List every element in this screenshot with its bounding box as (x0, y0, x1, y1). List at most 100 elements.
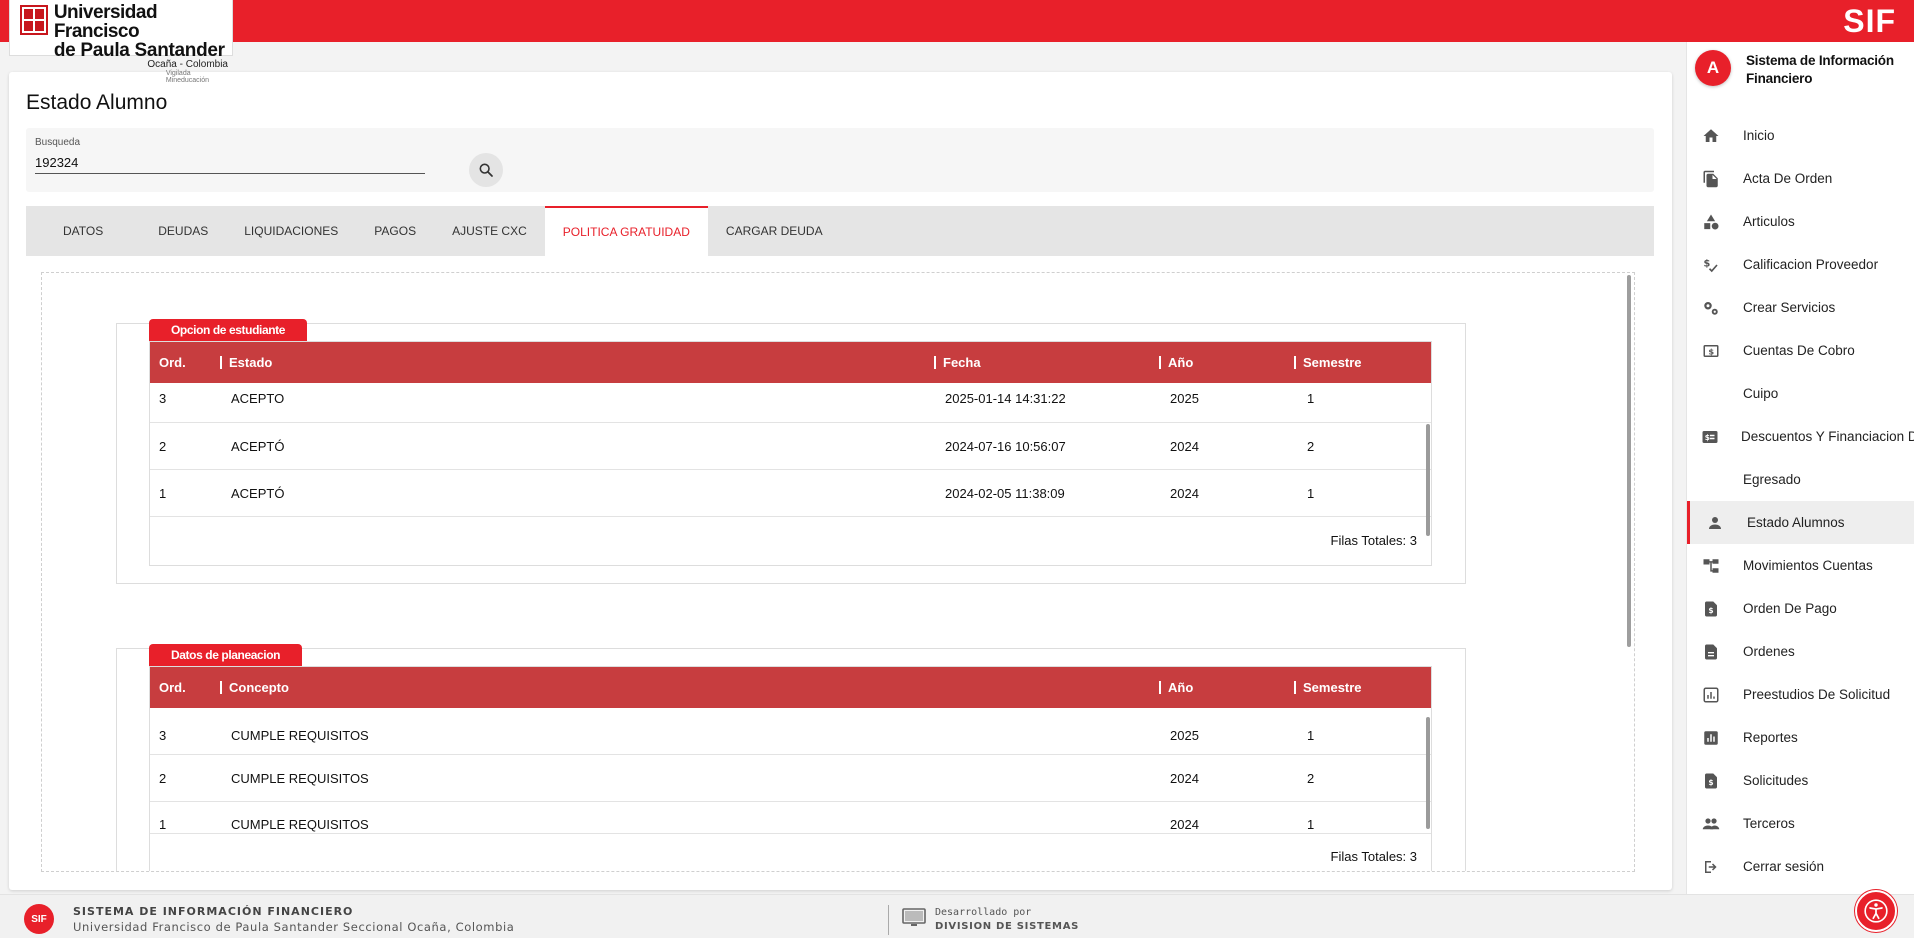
rating-icon: $ (1701, 255, 1721, 275)
grid-datos-planeacion: Ord. Concepto Año Semestre 3 CUMPLE REQU… (149, 666, 1432, 871)
table-row[interactable]: 3 ACEPTO 2025-01-14 14:31:22 2025 1 (150, 383, 1431, 423)
ufps-logo-icon (20, 5, 48, 35)
request-doc-icon: $ (1701, 771, 1721, 791)
sidebar-item-inicio[interactable]: Inicio (1687, 114, 1914, 157)
table-row[interactable]: 3 CUMPLE REQUISITOS 2025 1 (150, 708, 1431, 755)
tab-panel-politica-gratuidad: Opcion de estudiante Ord. Estado Fecha A… (41, 272, 1635, 872)
account-tree-icon (1701, 556, 1721, 576)
page-title: Estado Alumno (26, 91, 168, 114)
search-input[interactable] (35, 152, 425, 174)
sidebar-item-movimientos-cuentas[interactable]: Movimientos Cuentas (1687, 544, 1914, 587)
section-badge: Datos de planeacion (149, 644, 303, 666)
col-ord[interactable]: Ord. (150, 342, 220, 383)
col-anio[interactable]: Año (1159, 342, 1294, 383)
payment-doc-icon: $ (1701, 599, 1721, 619)
search-label: Busqueda (35, 137, 81, 148)
sidebar-item-cuipo[interactable]: Cuipo (1687, 372, 1914, 415)
col-ord[interactable]: Ord. (150, 667, 220, 708)
tab-deudas[interactable]: DEUDAS (140, 206, 226, 256)
search-button[interactable] (469, 153, 503, 187)
home-icon (1701, 126, 1721, 146)
sidebar: A Sistema de Información Financiero Inic… (1686, 42, 1914, 894)
money-icon: $ (1701, 341, 1721, 361)
svg-text:$: $ (1704, 258, 1711, 269)
tab-datos[interactable]: DATOS (26, 206, 140, 256)
university-logo[interactable]: Universidad Francisco de Paula Santander… (9, 0, 233, 84)
col-semestre[interactable]: Semestre (1294, 342, 1424, 383)
svg-text:$: $ (1708, 346, 1714, 356)
shapes-icon (1701, 212, 1721, 232)
logo-line-4: Vigilada Mineducación (165, 70, 210, 84)
main-card: Estado Alumno Busqueda DATOS DEUDAS LIQU… (9, 72, 1672, 890)
footer-title: SISTEMA DE INFORMACIÓN FINANCIERO (73, 905, 354, 918)
sidebar-item-articulos[interactable]: Articulos (1687, 200, 1914, 243)
grid-header: Ord. Concepto Año Semestre (150, 667, 1431, 708)
report-icon (1701, 728, 1721, 748)
sidebar-item-cuentas-de-cobro[interactable]: $ Cuentas De Cobro (1687, 329, 1914, 372)
tab-politica-gratuidad[interactable]: POLITICA GRATUIDAD (544, 206, 708, 256)
grid-scrollbar[interactable] (1426, 717, 1430, 829)
logo-line-3: Ocaña - Colombia (147, 59, 228, 70)
footer-divider (888, 905, 889, 935)
sif-footer-logo: SIF (24, 904, 54, 934)
logo-line-2: de Paula Santander (53, 40, 225, 61)
sidebar-item-reportes[interactable]: Reportes (1687, 716, 1914, 759)
sidebar-item-ordenes[interactable]: Ordenes (1687, 630, 1914, 673)
accessibility-button[interactable] (1855, 890, 1897, 932)
sidebar-item-orden-de-pago[interactable]: $ Orden De Pago (1687, 587, 1914, 630)
col-concepto[interactable]: Concepto (220, 667, 1159, 708)
section-datos-planeacion: Datos de planeacion Ord. Concepto Año Se… (116, 644, 1466, 871)
search-icon (478, 162, 494, 178)
tab-pagos[interactable]: PAGOS (356, 206, 434, 256)
tab-liquidaciones[interactable]: LIQUIDACIONES (226, 206, 356, 256)
grid-footer-total: Filas Totales: 3 (1330, 849, 1417, 864)
grid-header: Ord. Estado Fecha Año Semestre (150, 342, 1431, 383)
sidebar-item-descuentos[interactable]: $ Descuentos Y Financiacion De (1687, 415, 1914, 458)
col-anio[interactable]: Año (1159, 667, 1294, 708)
footer-subtitle: Universidad Francisco de Paula Santander… (73, 920, 515, 934)
sidebar-item-cerrar-sesion[interactable]: Cerrar sesión (1687, 845, 1914, 888)
description-icon (1701, 642, 1721, 662)
svg-text:$: $ (1708, 777, 1713, 786)
table-row[interactable]: 1 ACEPTÓ 2024-02-05 11:38:09 2024 1 (150, 470, 1431, 517)
sidebar-header: A Sistema de Información Financiero (1695, 50, 1894, 88)
document-copy-icon (1701, 169, 1721, 189)
logout-icon (1701, 857, 1721, 877)
grid-scrollbar[interactable] (1426, 424, 1430, 536)
search-area: Busqueda (26, 128, 1654, 192)
svg-text:$: $ (1705, 433, 1710, 442)
sidebar-item-solicitudes[interactable]: $ Solicitudes (1687, 759, 1914, 802)
grid-opcion-estudiante: Ord. Estado Fecha Año Semestre 3 ACEPTO … (149, 341, 1432, 566)
col-fecha[interactable]: Fecha (934, 342, 1159, 383)
top-bar: SIF (0, 0, 1914, 42)
sidebar-item-egresado[interactable]: Egresado (1687, 458, 1914, 501)
tab-cargar-deuda[interactable]: CARGAR DEUDA (708, 206, 841, 256)
sidebar-item-calificacion-proveedor[interactable]: $ Calificacion Proveedor (1687, 243, 1914, 286)
avatar[interactable]: A (1695, 50, 1731, 86)
svg-text:$: $ (1708, 605, 1713, 614)
person-icon (1705, 513, 1725, 533)
table-row[interactable]: 1 CUMPLE REQUISITOS 2024 1 (150, 802, 1431, 834)
brand-sif: SIF (1843, 3, 1896, 39)
table-row[interactable]: 2 CUMPLE REQUISITOS 2024 2 (150, 755, 1431, 802)
col-semestre[interactable]: Semestre (1294, 667, 1424, 708)
people-icon (1701, 814, 1721, 834)
sidebar-item-preestudios[interactable]: Preestudios De Solicitud (1687, 673, 1914, 716)
sidebar-item-acta-de-orden[interactable]: Acta De Orden (1687, 157, 1914, 200)
monitor-icon (902, 908, 926, 928)
panel-scrollbar[interactable] (1627, 275, 1631, 647)
table-row[interactable]: 2 ACEPTÓ 2024-07-16 10:56:07 2024 2 (150, 423, 1431, 470)
col-estado[interactable]: Estado (220, 342, 934, 383)
tab-ajuste-cxc[interactable]: AJUSTE CXC (434, 206, 545, 256)
section-badge: Opcion de estudiante (149, 319, 308, 341)
gears-icon (1701, 298, 1721, 318)
footer: SIF SISTEMA DE INFORMACIÓN FINANCIERO Un… (0, 894, 1914, 938)
section-opcion-estudiante: Opcion de estudiante Ord. Estado Fecha A… (116, 319, 1466, 584)
logo-line-1: Universidad Francisco (53, 2, 158, 42)
sidebar-item-estado-alumnos[interactable]: Estado Alumnos (1687, 501, 1914, 544)
sidebar-item-crear-servicios[interactable]: Crear Servicios (1687, 286, 1914, 329)
footer-division: DIVISION DE SISTEMAS (935, 921, 1080, 932)
sidebar-menu: Inicio Acta De Orden Articulos $ Calific… (1687, 114, 1914, 888)
sidebar-title: Sistema de Información Financiero (1746, 53, 1894, 86)
sidebar-item-terceros[interactable]: Terceros (1687, 802, 1914, 845)
